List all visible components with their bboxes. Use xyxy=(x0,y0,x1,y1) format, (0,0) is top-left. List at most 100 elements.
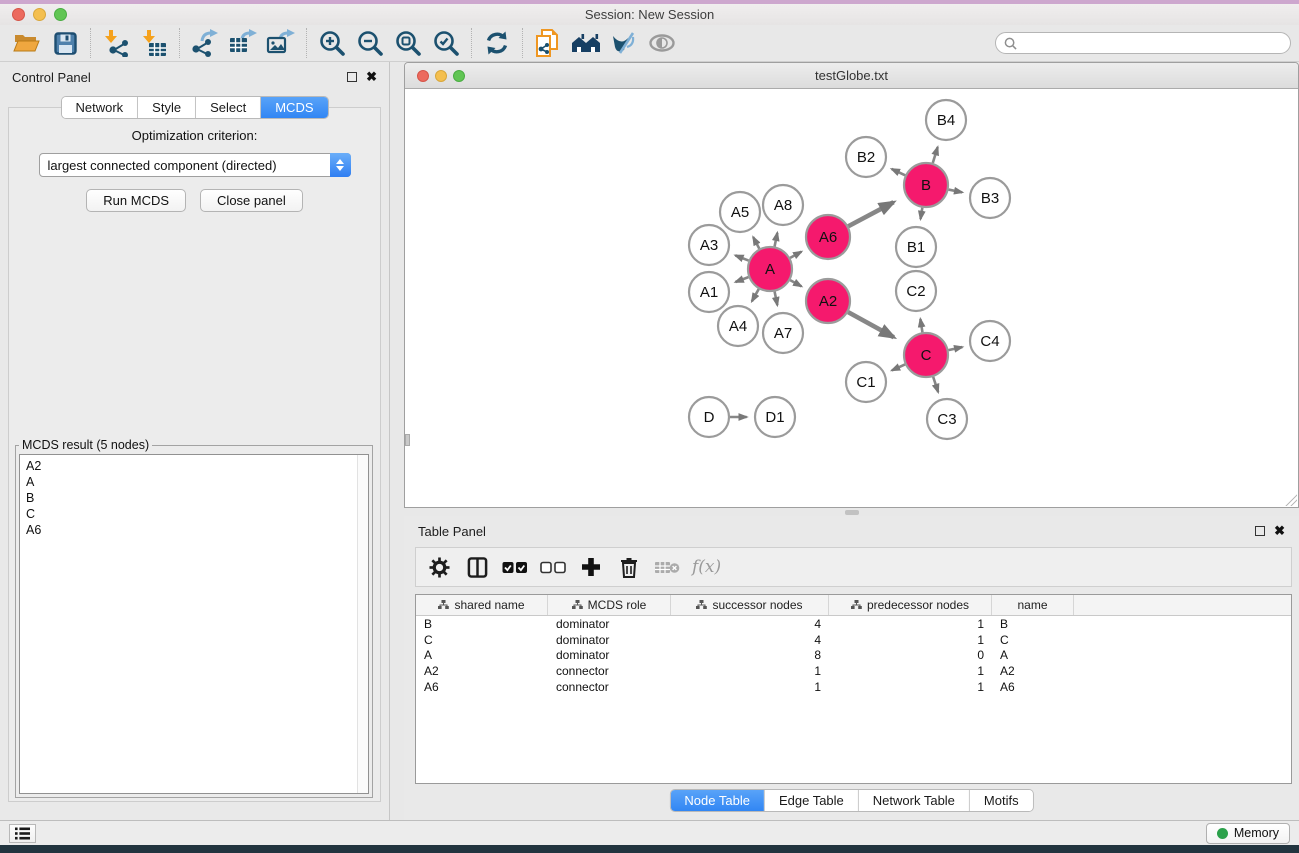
graph-node-A1[interactable]: A1 xyxy=(689,272,729,312)
cell-successor-nodes[interactable]: 4 xyxy=(671,617,829,631)
cell-name[interactable]: A2 xyxy=(992,664,1074,678)
tab-network[interactable]: Network xyxy=(61,97,138,118)
cell-shared-name[interactable]: B xyxy=(416,617,548,631)
duplicate-network-button[interactable] xyxy=(529,27,567,59)
column-header-predecessor-nodes[interactable]: predecessor nodes xyxy=(829,595,992,615)
graph-edge-C-C2[interactable] xyxy=(920,319,922,332)
table-row[interactable]: C dominator 4 1 C xyxy=(416,632,1291,648)
zoom-fit-button[interactable] xyxy=(389,27,427,59)
graph-edge-B-B2[interactable] xyxy=(892,169,905,175)
minimize-network-button[interactable] xyxy=(435,70,447,82)
memory-button[interactable]: Memory xyxy=(1206,823,1290,844)
window-controls[interactable] xyxy=(12,8,67,21)
network-graph[interactable]: B4B2BB3A8A5A6A3B1AA1C2A2A4A7C4CC1C3DD1 xyxy=(405,89,1298,507)
table-settings-button[interactable] xyxy=(422,551,456,583)
cell-mcds-role[interactable]: dominator xyxy=(548,633,671,647)
list-item[interactable]: A2 xyxy=(26,458,362,474)
graph-node-B3[interactable]: B3 xyxy=(970,178,1010,218)
graph-edge-B-B1[interactable] xyxy=(921,208,923,219)
first-neighbors-button[interactable] xyxy=(567,27,605,59)
column-header-shared-name[interactable]: shared name xyxy=(416,595,548,615)
cell-mcds-role[interactable]: connector xyxy=(548,664,671,678)
export-image-button[interactable] xyxy=(262,27,300,59)
zoom-in-button[interactable] xyxy=(313,27,351,59)
cell-successor-nodes[interactable]: 4 xyxy=(671,633,829,647)
deselect-all-button[interactable] xyxy=(536,551,570,583)
save-session-button[interactable] xyxy=(46,27,84,59)
list-item[interactable]: A6 xyxy=(26,522,362,538)
graph-edge-A-A1[interactable] xyxy=(735,277,748,282)
float-panel-icon[interactable] xyxy=(1255,526,1265,536)
close-panel-button[interactable]: Close panel xyxy=(200,189,303,212)
graph-node-A3[interactable]: A3 xyxy=(689,225,729,265)
float-panel-icon[interactable] xyxy=(347,72,357,82)
window-resize-handle[interactable] xyxy=(1285,494,1297,506)
graph-node-A6[interactable]: A6 xyxy=(806,215,850,259)
column-header-successor-nodes[interactable]: successor nodes xyxy=(671,595,829,615)
graph-node-D[interactable]: D xyxy=(689,397,729,437)
criterion-dropdown[interactable]: largest connected component (directed) xyxy=(39,153,351,177)
delete-table-button[interactable] xyxy=(650,551,684,583)
graph-node-B[interactable]: B xyxy=(904,163,948,207)
zoom-window-button[interactable] xyxy=(54,8,67,21)
graph-edge-A2-C[interactable] xyxy=(848,312,894,337)
graph-node-A4[interactable]: A4 xyxy=(718,306,758,346)
function-builder-button[interactable]: f(x) xyxy=(688,557,721,577)
table-row[interactable]: B dominator 4 1 B xyxy=(416,616,1291,632)
graph-node-D1[interactable]: D1 xyxy=(755,397,795,437)
close-window-button[interactable] xyxy=(12,8,25,21)
export-table-button[interactable] xyxy=(224,27,262,59)
graph-edge-A-A5[interactable] xyxy=(753,237,759,249)
graph-node-C4[interactable]: C4 xyxy=(970,321,1010,361)
horizontal-splitter[interactable] xyxy=(404,508,1299,516)
cell-predecessor-nodes[interactable]: 0 xyxy=(829,648,992,662)
graph-edge-A6-B[interactable] xyxy=(848,202,893,226)
cell-mcds-role[interactable]: dominator xyxy=(548,617,671,631)
cell-successor-nodes[interactable]: 8 xyxy=(671,648,829,662)
graph-node-A5[interactable]: A5 xyxy=(720,192,760,232)
network-window-titlebar[interactable]: testGlobe.txt xyxy=(405,63,1298,89)
open-file-button[interactable] xyxy=(8,27,46,59)
splitter-grip-icon[interactable] xyxy=(845,510,859,515)
graph-edge-A-A7[interactable] xyxy=(775,292,778,306)
zoom-selected-button[interactable] xyxy=(427,27,465,59)
tab-node-table[interactable]: Node Table xyxy=(670,790,765,811)
search-input[interactable] xyxy=(1022,36,1282,50)
graph-node-C[interactable]: C xyxy=(904,333,948,377)
canvas-scroll-thumb[interactable] xyxy=(405,434,410,446)
cell-shared-name[interactable]: C xyxy=(416,633,548,647)
graph-node-C1[interactable]: C1 xyxy=(846,362,886,402)
graph-node-A7[interactable]: A7 xyxy=(763,313,803,353)
tab-motifs[interactable]: Motifs xyxy=(970,790,1033,811)
cell-predecessor-nodes[interactable]: 1 xyxy=(829,680,992,694)
zoom-network-button[interactable] xyxy=(453,70,465,82)
create-column-button[interactable] xyxy=(574,551,608,583)
cell-name[interactable]: A xyxy=(992,648,1074,662)
graph-node-C2[interactable]: C2 xyxy=(896,271,936,311)
scrollbar-track[interactable] xyxy=(357,455,368,793)
graph-node-A[interactable]: A xyxy=(748,247,792,291)
column-header-name[interactable]: name xyxy=(992,595,1074,615)
refresh-view-button[interactable] xyxy=(478,27,516,59)
tab-mcds[interactable]: MCDS xyxy=(261,97,327,118)
list-item[interactable]: A xyxy=(26,474,362,490)
graph-edge-A-A8[interactable] xyxy=(775,233,778,247)
cell-mcds-role[interactable]: dominator xyxy=(548,648,671,662)
graph-node-A2[interactable]: A2 xyxy=(806,279,850,323)
hide-graphics-details-button[interactable] xyxy=(605,27,643,59)
graph-edge-A-A6[interactable] xyxy=(790,252,801,258)
select-all-button[interactable] xyxy=(498,551,532,583)
graph-edge-C-C3[interactable] xyxy=(933,377,938,392)
table-row[interactable]: A2 connector 1 1 A2 xyxy=(416,663,1291,679)
graph-edge-A-A4[interactable] xyxy=(752,289,759,301)
cell-predecessor-nodes[interactable]: 1 xyxy=(829,633,992,647)
import-network-button[interactable] xyxy=(97,27,135,59)
tab-select[interactable]: Select xyxy=(196,97,261,118)
graph-node-A8[interactable]: A8 xyxy=(763,185,803,225)
search-field[interactable] xyxy=(995,32,1291,54)
cell-shared-name[interactable]: A xyxy=(416,648,548,662)
table-row[interactable]: A dominator 8 0 A xyxy=(416,647,1291,663)
export-network-button[interactable] xyxy=(186,27,224,59)
graph-node-B1[interactable]: B1 xyxy=(896,227,936,267)
graph-edge-C-C1[interactable] xyxy=(892,364,905,370)
